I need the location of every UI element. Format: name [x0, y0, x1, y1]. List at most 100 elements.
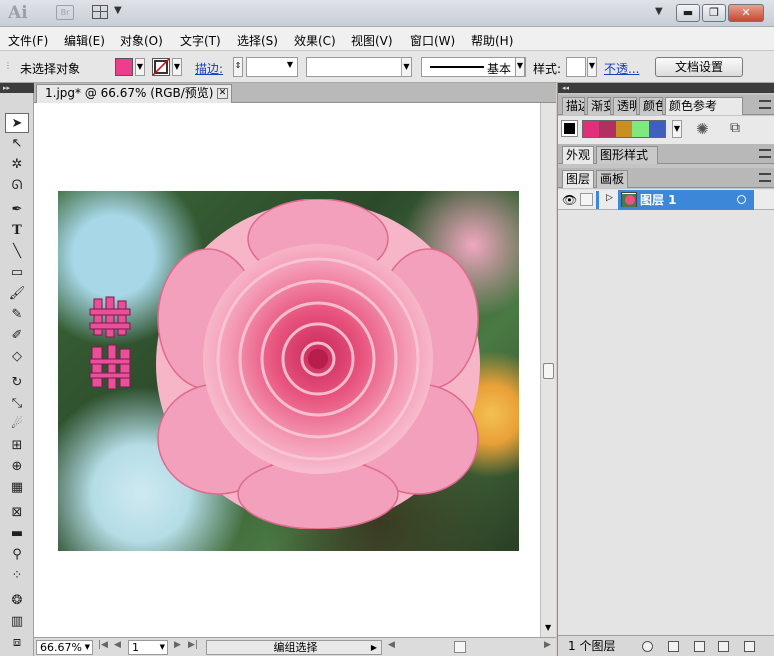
tab-appearance[interactable]: 外观	[562, 146, 594, 164]
placed-image[interactable]	[58, 191, 519, 551]
stroke-weight-link[interactable]: 描边:	[195, 60, 223, 77]
scrollbar-thumb[interactable]	[543, 363, 554, 379]
next-artboard-icon[interactable]: ▶	[174, 640, 181, 650]
fill-color-swatch[interactable]	[115, 58, 133, 76]
close-tab-icon[interactable]: ✕	[217, 88, 228, 99]
tab-graphic-styles[interactable]: 图形样式	[596, 146, 658, 164]
lock-toggle[interactable]	[580, 193, 593, 206]
stroke-weight-field[interactable]: ▼	[246, 57, 298, 77]
perspective-grid-tool-icon[interactable]: ▦	[5, 478, 29, 498]
artboard-tool-icon[interactable]: ⧈	[5, 633, 29, 653]
minimize-button[interactable]: ▬	[676, 4, 700, 22]
tab-color[interactable]: 颜色	[639, 97, 663, 115]
menu-view[interactable]: 视图(V)	[351, 32, 393, 49]
workspace-switcher-chevron-icon[interactable]: ▼	[655, 6, 663, 17]
type-tool-icon[interactable]: T	[5, 221, 29, 241]
stroke-color-swatch[interactable]	[152, 58, 170, 76]
menu-help[interactable]: 帮助(H)	[471, 32, 513, 49]
harmony-rules-dropdown[interactable]: ▼	[672, 120, 682, 138]
make-clipping-mask-icon[interactable]	[668, 641, 679, 652]
graphic-style-swatch[interactable]	[566, 57, 586, 77]
harmony-swatch[interactable]	[583, 121, 600, 137]
save-color-group-icon[interactable]: ⧉	[730, 120, 740, 136]
brush-definition-field[interactable]: 基本	[421, 57, 526, 77]
layer-item-selected[interactable]: 图层 1	[618, 190, 754, 210]
zoom-field[interactable]: 66.67% ▼	[36, 640, 93, 655]
new-sublayer-icon[interactable]	[694, 641, 705, 652]
menu-window[interactable]: 窗口(W)	[410, 32, 455, 49]
pencil-tool-icon[interactable]: ✎	[5, 305, 29, 325]
variable-width-profile-field[interactable]: ▼	[306, 57, 412, 77]
delete-layer-icon[interactable]	[744, 641, 755, 652]
tab-color-guide[interactable]: 颜色参考	[665, 97, 743, 115]
harmony-swatches[interactable]	[582, 120, 666, 138]
panel-menu-icon[interactable]	[759, 149, 771, 158]
tab-gradient[interactable]: 渐变	[587, 97, 611, 115]
free-transform-tool-icon[interactable]: ⊞	[5, 436, 29, 456]
symbol-sprayer-tool-icon[interactable]: ❂	[5, 591, 29, 611]
canvas-vertical-scrollbar[interactable]: ▼	[540, 103, 556, 637]
menu-edit[interactable]: 编辑(E)	[64, 32, 105, 49]
tab-transparency[interactable]: 透明	[613, 97, 637, 115]
visibility-eye-icon[interactable]: 👁	[562, 193, 577, 207]
scroll-down-icon[interactable]: ▼	[545, 623, 551, 632]
harmony-swatch[interactable]	[599, 121, 616, 137]
selection-tool-icon[interactable]: ➤	[5, 113, 29, 133]
graphic-style-dropdown-arrow[interactable]: ▼	[587, 57, 597, 77]
horizontal-scrollbar-thumb[interactable]	[454, 641, 466, 653]
base-color-swatch[interactable]	[561, 120, 578, 137]
layer-row[interactable]: 👁 ▷ 图层 1	[558, 190, 774, 210]
harmony-swatch[interactable]	[648, 121, 666, 137]
first-artboard-icon[interactable]: |◀	[98, 640, 108, 650]
blob-brush-tool-icon[interactable]: ✐	[5, 326, 29, 346]
close-button[interactable]: ✕	[728, 4, 764, 22]
status-mode-field[interactable]: 编组选择 ▶	[206, 640, 382, 655]
brush-dropdown-arrow[interactable]: ▼	[515, 57, 525, 77]
color-wheel-icon[interactable]: ✺	[696, 120, 709, 138]
gradient-tool-icon[interactable]: ▬	[5, 524, 29, 544]
artboard-canvas[interactable]	[34, 103, 540, 637]
harmony-swatch[interactable]	[632, 121, 649, 137]
menu-effect[interactable]: 效果(C)	[294, 32, 336, 49]
tab-stroke[interactable]: 描边	[562, 97, 585, 115]
scale-tool-icon[interactable]: ⤡	[5, 394, 29, 414]
document-tab[interactable]: 1.jpg* @ 66.67% (RGB/预览) ✕	[36, 84, 232, 103]
tools-panel-header[interactable]: ▸▸	[0, 83, 34, 93]
warp-tool-icon[interactable]: ☄	[5, 415, 29, 435]
rectangle-tool-icon[interactable]: ▭	[5, 263, 29, 283]
tab-artboards[interactable]: 画板	[596, 170, 628, 188]
eyedropper-tool-icon[interactable]: ⚲	[5, 545, 29, 565]
scroll-left-icon[interactable]: ◀	[388, 640, 395, 650]
menu-object[interactable]: 对象(O)	[120, 32, 163, 49]
arrange-documents-button[interactable]: ▼	[92, 4, 126, 22]
paintbrush-tool-icon[interactable]: 🖌	[5, 284, 29, 304]
document-setup-button[interactable]: 文档设置	[655, 57, 743, 77]
layer-target-icon[interactable]	[737, 195, 746, 204]
blend-tool-icon[interactable]: ⁘	[5, 566, 29, 586]
pen-tool-icon[interactable]: ✒	[5, 200, 29, 220]
stroke-dropdown-arrow[interactable]: ▼	[172, 58, 182, 76]
menu-type[interactable]: 文字(T)	[180, 32, 221, 49]
magic-wand-tool-icon[interactable]: ✲	[5, 155, 29, 175]
rotate-tool-icon[interactable]: ↻	[5, 373, 29, 393]
column-graph-tool-icon[interactable]: ▥	[5, 612, 29, 632]
panel-menu-icon[interactable]	[759, 173, 771, 182]
mesh-tool-icon[interactable]: ⊠	[5, 503, 29, 523]
direct-selection-tool-icon[interactable]: ↖	[5, 134, 29, 154]
opacity-link[interactable]: 不透...	[604, 60, 639, 77]
tab-layers[interactable]: 图层	[562, 170, 594, 188]
restore-button[interactable]: ❐	[702, 4, 726, 22]
bridge-button[interactable]: Br	[56, 5, 74, 20]
pink-text-art-object[interactable]	[88, 295, 136, 395]
last-artboard-icon[interactable]: ▶|	[188, 640, 198, 650]
artboard-number-field[interactable]: 1 ▼	[128, 640, 168, 655]
harmony-swatch[interactable]	[615, 121, 633, 137]
menu-file[interactable]: 文件(F)	[8, 32, 48, 49]
locate-object-icon[interactable]	[642, 641, 653, 652]
stroke-weight-stepper[interactable]: ⇕	[233, 57, 243, 77]
panel-dock-header[interactable]: ◂◂	[558, 83, 774, 93]
scroll-right-icon[interactable]: ▶	[544, 640, 551, 650]
lasso-tool-icon[interactable]: ᘏ	[5, 176, 29, 196]
expand-triangle-icon[interactable]: ▷	[606, 193, 613, 203]
new-layer-icon[interactable]	[718, 641, 729, 652]
